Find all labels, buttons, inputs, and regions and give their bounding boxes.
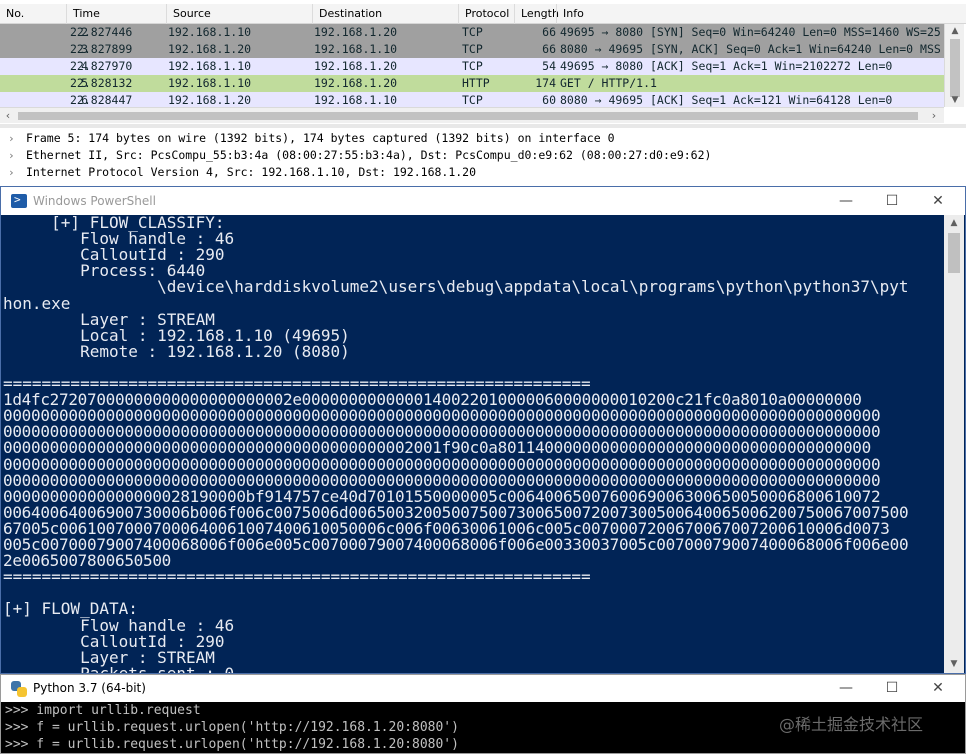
console-vscrollbar[interactable]: ▲ ▼: [944, 215, 964, 673]
packet-row[interactable]: 3 22.827899 192.168.1.20 192.168.1.10 TCP 66 8…: [0, 41, 944, 58]
packet-row[interactable]: 2 22.827446 192.168.1.10 192.168.1.20 TCP 66 4…: [0, 24, 944, 41]
column-header-info[interactable]: Info: [556, 4, 966, 24]
detail-row-ethernet[interactable]: › Ethernet II, Src: PcsCompu_55:b3:4a (0…: [0, 147, 966, 164]
packet-time: 22.827970: [70, 59, 133, 73]
packet-list-hscrollbar[interactable]: ‹ ›: [0, 107, 944, 123]
window-title: Python 3.7 (64-bit): [33, 681, 146, 695]
packet-len: 66: [542, 25, 556, 39]
console-line: >>> f = urllib.request.urlopen('http://1…: [5, 720, 459, 735]
window-title: Windows PowerShell: [33, 194, 156, 208]
packet-list-vscrollbar[interactable]: ▲ ▼: [944, 24, 964, 107]
chevron-right-icon[interactable]: ›: [8, 147, 15, 164]
maximize-button[interactable]: ☐: [869, 187, 915, 215]
packet-info: 49695 → 8080 [SYN] Seq=0 Win=64240 Len=0…: [560, 25, 941, 39]
python-window: Python 3.7 (64-bit) — ☐ ✕ >>> import url…: [0, 674, 966, 754]
packet-src: 192.168.1.10: [168, 76, 252, 90]
scroll-thumb[interactable]: [948, 233, 960, 273]
scroll-left-icon[interactable]: ‹: [0, 108, 16, 124]
close-button[interactable]: ✕: [915, 675, 961, 702]
detail-text: Ethernet II, Src: PcsCompu_55:b3:4a (08:…: [26, 148, 712, 162]
powershell-window: Windows PowerShell — ☐ ✕ [+] FLOW_CLASSI…: [0, 186, 966, 674]
chevron-right-icon[interactable]: ›: [8, 130, 15, 147]
powershell-titlebar[interactable]: Windows PowerShell — ☐ ✕: [1, 187, 965, 215]
minimize-button[interactable]: —: [823, 675, 869, 702]
scroll-down-icon[interactable]: ▼: [944, 656, 964, 673]
console-line: Packets sent : 0: [3, 665, 234, 673]
close-button[interactable]: ✕: [915, 187, 961, 215]
packet-list-header: No. Time Source Destination Protocol Len…: [0, 4, 966, 24]
packet-info: GET / HTTP/1.1: [560, 76, 657, 90]
detail-row-frame[interactable]: › Frame 5: 174 bytes on wire (1392 bits)…: [0, 130, 966, 147]
packet-row[interactable]: 4 22.827970 192.168.1.10 192.168.1.20 TCP 54 4…: [0, 58, 944, 75]
packet-row[interactable]: 5 22.828132 192.168.1.10 192.168.1.20 HTTP 17…: [0, 75, 944, 92]
packet-info: 8080 → 49695 [SYN, ACK] Seq=0 Ack=1 Win=…: [560, 42, 941, 56]
console-line: Remote : 192.168.1.20 (8080): [3, 341, 350, 361]
powershell-icon: [11, 193, 27, 208]
wireshark-pane: No. Time Source Destination Protocol Len…: [0, 0, 966, 186]
packet-src: 192.168.1.10: [168, 59, 252, 73]
column-header-destination[interactable]: Destination: [312, 4, 458, 24]
chevron-right-icon[interactable]: ›: [8, 164, 15, 181]
packet-len: 174: [535, 76, 556, 90]
maximize-button[interactable]: ☐: [869, 675, 915, 702]
packet-dst: 192.168.1.10: [314, 42, 398, 56]
scroll-up-icon[interactable]: ▲: [944, 215, 964, 232]
packet-details: › Frame 5: 174 bytes on wire (1392 bits)…: [0, 128, 966, 186]
watermark: @稀土掘金技术社区: [779, 715, 924, 734]
packet-src: 192.168.1.20: [168, 42, 252, 56]
powershell-console[interactable]: [+] FLOW_CLASSIFY: Flow handle : 46 Call…: [1, 215, 944, 673]
python-titlebar[interactable]: Python 3.7 (64-bit) — ☐ ✕: [1, 675, 965, 702]
column-header-no[interactable]: No.: [0, 4, 66, 24]
console-line: ========================================…: [3, 567, 591, 587]
console-line: >>> import urllib.request: [5, 703, 201, 718]
packet-dst: 192.168.1.20: [314, 76, 398, 90]
packet-len: 66: [542, 42, 556, 56]
column-header-length[interactable]: Length: [514, 4, 559, 24]
scroll-up-icon[interactable]: ▲: [945, 24, 965, 38]
detail-text: Internet Protocol Version 4, Src: 192.16…: [26, 165, 477, 179]
packet-src: 192.168.1.10: [168, 25, 252, 39]
column-header-protocol[interactable]: Protocol: [458, 4, 514, 24]
packet-info: 49695 → 8080 [ACK] Seq=1 Ack=1 Win=21022…: [560, 59, 893, 73]
scroll-thumb[interactable]: [950, 39, 960, 97]
console-line: >>> f = urllib.request.urlopen('http://1…: [5, 737, 459, 752]
column-header-source[interactable]: Source: [166, 4, 312, 24]
scroll-thumb[interactable]: [18, 112, 918, 120]
packet-len: 54: [542, 59, 556, 73]
detail-text: Frame 5: 174 bytes on wire (1392 bits), …: [26, 131, 615, 145]
console-line: \device\harddiskvolume2\users\debug\appd…: [3, 277, 909, 297]
scroll-down-icon[interactable]: ▼: [945, 93, 965, 107]
packet-time: 22.828132: [70, 76, 133, 90]
scroll-right-icon[interactable]: ›: [926, 108, 942, 124]
packet-time: 22.827899: [70, 42, 133, 56]
packet-dst: 192.168.1.20: [314, 59, 398, 73]
packet-time: 22.827446: [70, 25, 133, 39]
python-icon: [11, 681, 27, 697]
minimize-button[interactable]: —: [823, 187, 869, 215]
packet-dst: 192.168.1.20: [314, 25, 398, 39]
column-header-time[interactable]: Time: [66, 4, 166, 24]
detail-row-ip[interactable]: › Internet Protocol Version 4, Src: 192.…: [0, 164, 966, 181]
